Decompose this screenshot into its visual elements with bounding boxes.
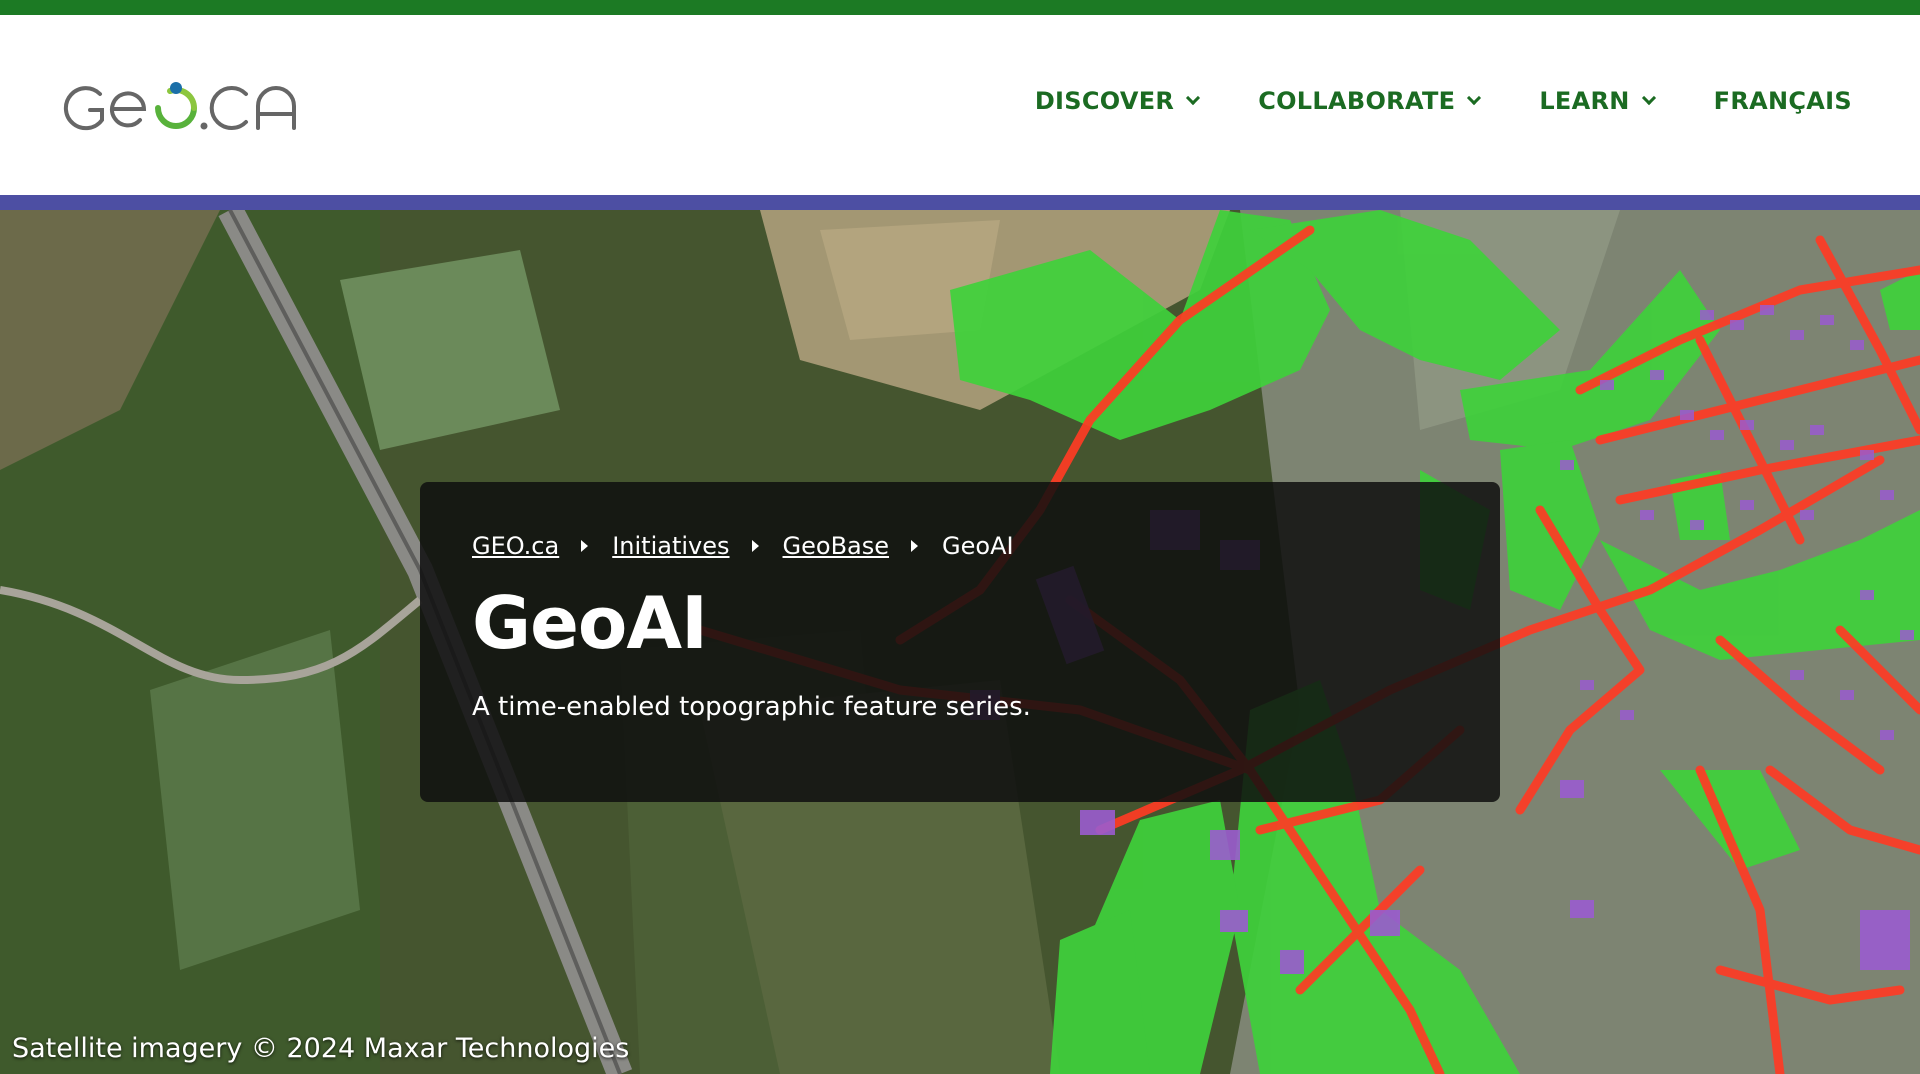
page-subtitle: A time-enabled topographic feature serie… — [472, 691, 1031, 722]
chevron-down-icon — [1186, 90, 1201, 106]
caret-right-icon — [911, 540, 919, 552]
nav-learn[interactable]: LEARN — [1539, 87, 1656, 115]
nav-discover-label: DISCOVER — [1034, 87, 1175, 115]
chevron-down-icon — [1641, 90, 1656, 106]
breadcrumb: GEO.ca Initiatives GeoBase GeoAI — [472, 532, 1448, 560]
nav-learn-label: LEARN — [1539, 87, 1630, 115]
caret-right-icon — [751, 540, 759, 552]
nav-language-toggle[interactable]: FRANÇAIS — [1714, 87, 1852, 115]
accent-divider-bar — [0, 195, 1920, 210]
nav-discover[interactable]: DISCOVER — [1034, 87, 1201, 115]
hero-info-panel: GEO.ca Initiatives GeoBase GeoAI GeoAI A… — [420, 482, 1500, 802]
imagery-credit: Satellite imagery © 2024 Maxar Technolog… — [12, 1033, 630, 1064]
breadcrumb-current: GeoAI — [942, 532, 1014, 560]
hero-banner: GEO.ca Initiatives GeoBase GeoAI GeoAI A… — [0, 210, 1920, 1074]
breadcrumb-link-geo-ca[interactable]: GEO.ca — [472, 532, 559, 560]
chevron-down-icon — [1467, 90, 1482, 106]
breadcrumb-link-initiatives[interactable]: Initiatives — [612, 532, 729, 560]
caret-right-icon — [581, 540, 589, 552]
geo-ca-logo-mark — [63, 82, 296, 131]
breadcrumb-link-geobase[interactable]: GeoBase — [783, 532, 890, 560]
geo-ca-logo[interactable] — [60, 73, 320, 143]
nav-collaborate-label: COLLABORATE — [1258, 87, 1456, 115]
site-header: DISCOVER COLLABORATE LEARN FRANÇAIS — [0, 15, 1920, 195]
nav-language-label: FRANÇAIS — [1713, 87, 1852, 115]
top-accent-stripe — [0, 0, 1920, 15]
page-title: GeoAI — [472, 581, 708, 665]
nav-collaborate[interactable]: COLLABORATE — [1258, 87, 1482, 115]
main-navigation: DISCOVER COLLABORATE LEARN FRANÇAIS — [1035, 87, 1852, 115]
